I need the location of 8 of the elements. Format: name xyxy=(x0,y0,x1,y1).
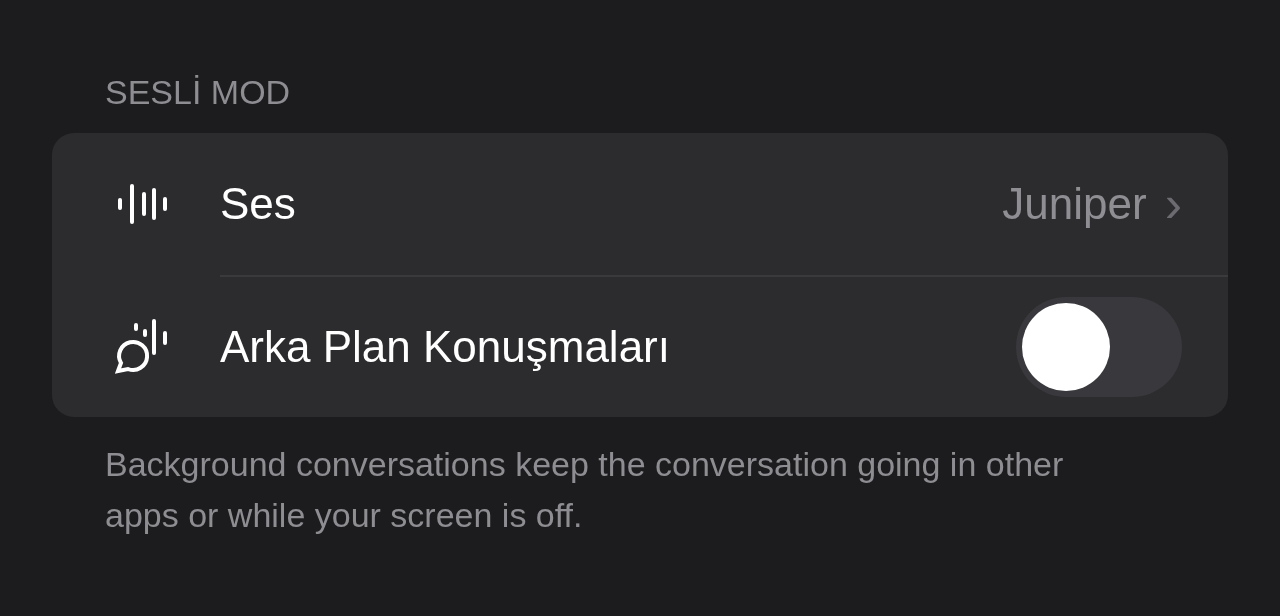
chevron-icon: › xyxy=(1164,177,1182,230)
row-value: Juniper xyxy=(1002,177,1147,230)
settings-row[interactable]: Arka Plan Konuşmaları xyxy=(220,274,1228,417)
footer-note: Background conversations keep the conversation going in other apps or while your screen is off. xyxy=(105,443,1065,536)
settings-row[interactable]: Ses Juniper › xyxy=(52,132,1228,275)
row-label: Arka Plan Konuşmaları xyxy=(220,320,670,373)
section-header: SESLİ MOD xyxy=(105,72,292,113)
row-label: Ses xyxy=(220,177,296,230)
